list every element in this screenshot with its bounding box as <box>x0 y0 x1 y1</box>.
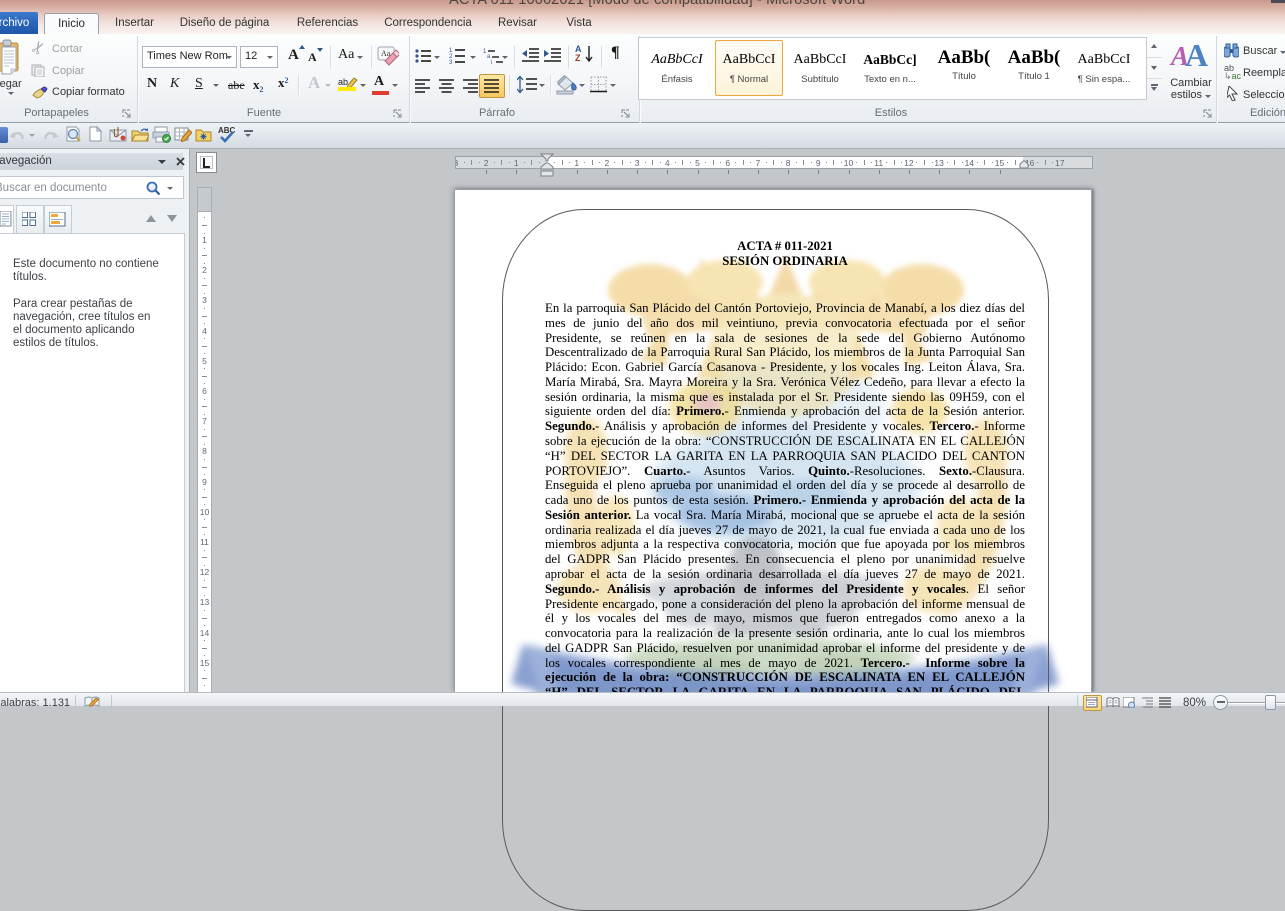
svg-text:ab: ab <box>338 77 348 87</box>
svg-text:i: i <box>491 60 492 64</box>
svg-text:3: 3 <box>449 60 453 64</box>
